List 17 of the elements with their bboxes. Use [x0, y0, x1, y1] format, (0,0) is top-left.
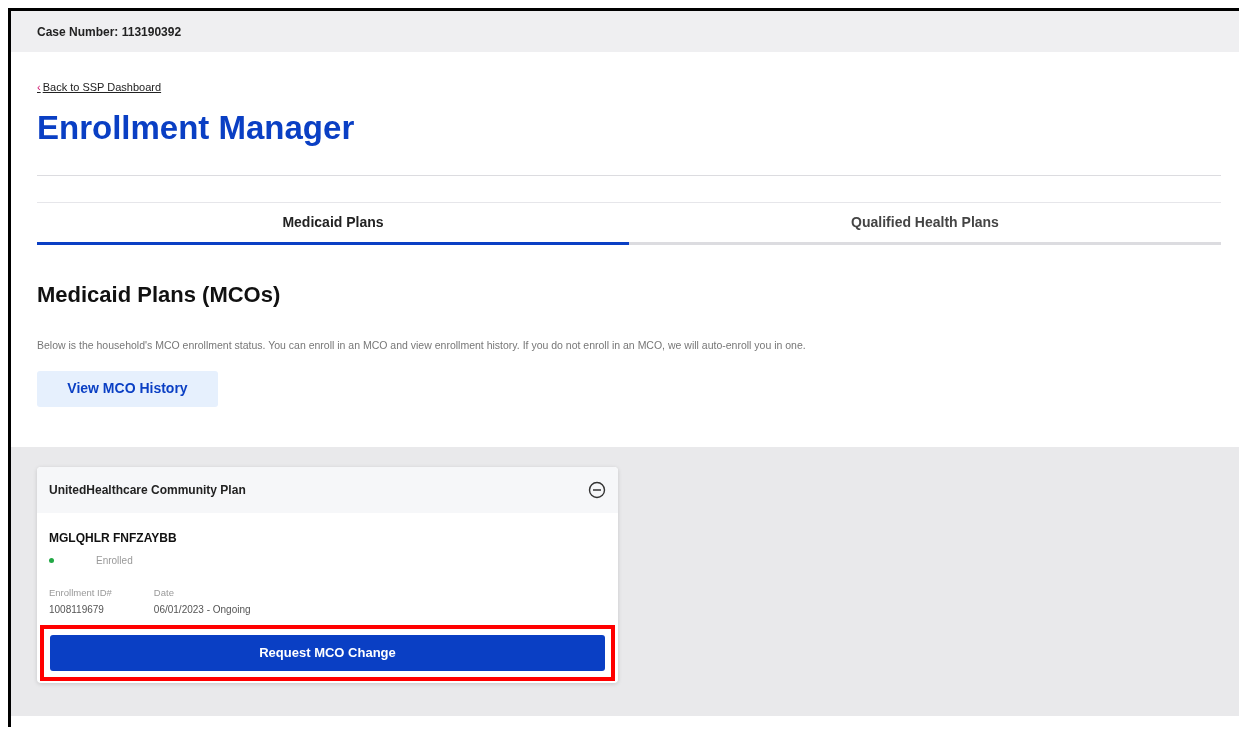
status-label: Enrolled [96, 553, 133, 568]
tab[interactable]: Qualified Health Plans [629, 203, 1221, 245]
plan-name: UnitedHealthcare Community Plan [49, 481, 246, 499]
page-title: Enrollment Manager [37, 108, 356, 148]
member-name: MGLQHLR FNFZAYBB [49, 529, 178, 547]
tab[interactable]: Medicaid Plans [37, 203, 629, 245]
field-value: 06/01/2023 - Ongoing [153, 603, 251, 617]
collapse-button[interactable] [588, 480, 606, 499]
section-description: Below is the household's MCO enrollment status. You can enroll in an MCO and view enrollment history. If you do not enroll in an MCO, we will auto-enroll you in one. [37, 338, 807, 353]
field-label: Date [153, 585, 175, 600]
case-number: Case Number: 113190392 [37, 23, 182, 41]
section-heading: Medicaid Plans (MCOs) [37, 281, 282, 309]
back-link[interactable]: ‹ Back to SSP Dashboard [37, 79, 162, 96]
view-history-button[interactable]: View MCO History [37, 370, 218, 407]
field-label: Enrollment ID# [49, 585, 112, 600]
request-change-button[interactable]: Request MCO Change [50, 635, 605, 671]
field-value: 1008119679 [49, 603, 105, 617]
